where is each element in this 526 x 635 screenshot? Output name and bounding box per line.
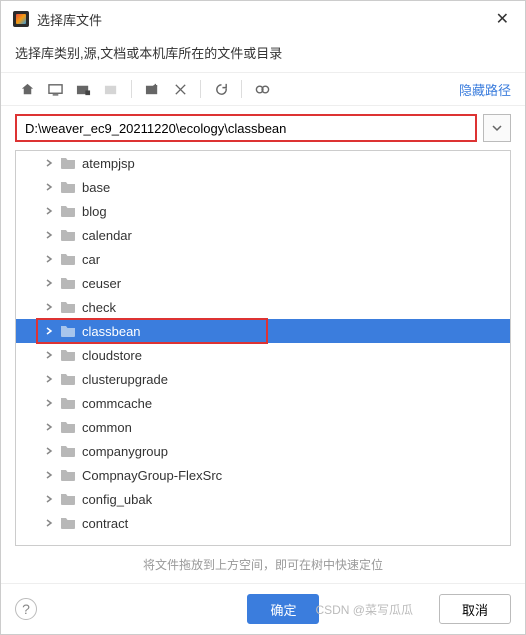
show-hidden-icon[interactable] [250,77,274,101]
tree-row[interactable]: atempjsp [16,151,510,175]
chevron-right-icon[interactable] [44,254,54,264]
tree-item-label: check [82,300,116,315]
tree-row[interactable]: car [16,247,510,271]
chevron-right-icon[interactable] [44,446,54,456]
tree-row[interactable]: config_ubak [16,487,510,511]
tree-item-label: cloudstore [82,348,142,363]
chevron-right-icon[interactable] [44,206,54,216]
folder-icon [60,396,76,410]
chevron-right-icon[interactable] [44,494,54,504]
folder-icon [60,492,76,506]
refresh-icon[interactable] [209,77,233,101]
folder-icon [60,156,76,170]
tree-item-label: contract [82,516,128,531]
tree-row[interactable]: contract [16,511,510,535]
chevron-right-icon[interactable] [44,182,54,192]
chevron-right-icon[interactable] [44,302,54,312]
folder-icon [60,516,76,530]
folder-icon [60,180,76,194]
tree-row[interactable]: companygroup [16,439,510,463]
cancel-button[interactable]: 取消 [439,594,511,624]
tree-item-label: CompnayGroup-FlexSrc [82,468,222,483]
tree-row[interactable]: clusterupgrade [16,367,510,391]
watermark: CSDN @菜写瓜瓜 [309,601,413,618]
home-icon[interactable] [15,77,39,101]
tree-item-label: classbean [82,324,141,339]
folder-icon [60,372,76,386]
tree-item-label: base [82,180,110,195]
tree-item-label: ceuser [82,276,121,291]
tree-item-label: companygroup [82,444,168,459]
chevron-right-icon[interactable] [44,518,54,528]
tree-item-label: car [82,252,100,267]
tree-item-label: common [82,420,132,435]
tree-row[interactable]: classbean [16,319,510,343]
folder-icon [60,276,76,290]
chevron-right-icon[interactable] [44,350,54,360]
hide-path-link[interactable]: 隐藏路径 [459,80,511,99]
app-icon [13,11,29,27]
chevron-right-icon[interactable] [44,230,54,240]
folder-icon [60,204,76,218]
tree-row[interactable]: check [16,295,510,319]
tree-row[interactable]: calendar [16,223,510,247]
chevron-right-icon[interactable] [44,398,54,408]
footer: ? 确定 CSDN @菜写瓜瓜 取消 [1,583,525,634]
path-input[interactable] [15,114,477,142]
dialog-subheading: 选择库类别,源,文档或本机库所在的文件或目录 [1,37,525,72]
tree-row[interactable]: ceuser [16,271,510,295]
folder-icon [60,420,76,434]
close-icon[interactable]: ✕ [492,9,513,29]
tree-item-label: clusterupgrade [82,372,168,387]
chevron-right-icon[interactable] [44,326,54,336]
desktop-icon[interactable] [43,77,67,101]
chevron-right-icon[interactable] [44,158,54,168]
chevron-right-icon[interactable] [44,470,54,480]
folder-icon [60,324,76,338]
tree-row[interactable]: cloudstore [16,343,510,367]
toolbar: 隐藏路径 [1,72,525,106]
help-icon[interactable]: ? [15,598,37,620]
toolbar-separator [131,80,132,98]
folder-icon [60,228,76,242]
tree-row[interactable]: common [16,415,510,439]
file-tree[interactable]: atempjsp base blog calendar car ceuser check cl… [15,150,511,546]
folder-icon [60,468,76,482]
tree-item-label: atempjsp [82,156,135,171]
chevron-right-icon[interactable] [44,374,54,384]
tree-row[interactable]: blog [16,199,510,223]
folder-icon [60,252,76,266]
folder-icon [60,444,76,458]
chevron-right-icon[interactable] [44,422,54,432]
hint-text: 将文件拖放到上方空间，即可在树中快速定位 [1,552,525,583]
tree-row[interactable]: commcache [16,391,510,415]
window-title: 选择库文件 [37,10,484,29]
project-icon[interactable] [71,77,95,101]
chevron-right-icon[interactable] [44,278,54,288]
folder-icon [60,300,76,314]
tree-item-label: calendar [82,228,132,243]
path-row [1,106,525,150]
tree-row[interactable]: CompnayGroup-FlexSrc [16,463,510,487]
tree-item-label: blog [82,204,107,219]
toolbar-separator [200,80,201,98]
new-folder-icon[interactable] [140,77,164,101]
module-icon[interactable] [99,77,123,101]
tree-item-label: commcache [82,396,152,411]
tree-item-label: config_ubak [82,492,152,507]
delete-icon[interactable] [168,77,192,101]
toolbar-separator [241,80,242,98]
titlebar: 选择库文件 ✕ [1,1,525,37]
folder-icon [60,348,76,362]
tree-row[interactable]: base [16,175,510,199]
path-dropdown-icon[interactable] [483,114,511,142]
